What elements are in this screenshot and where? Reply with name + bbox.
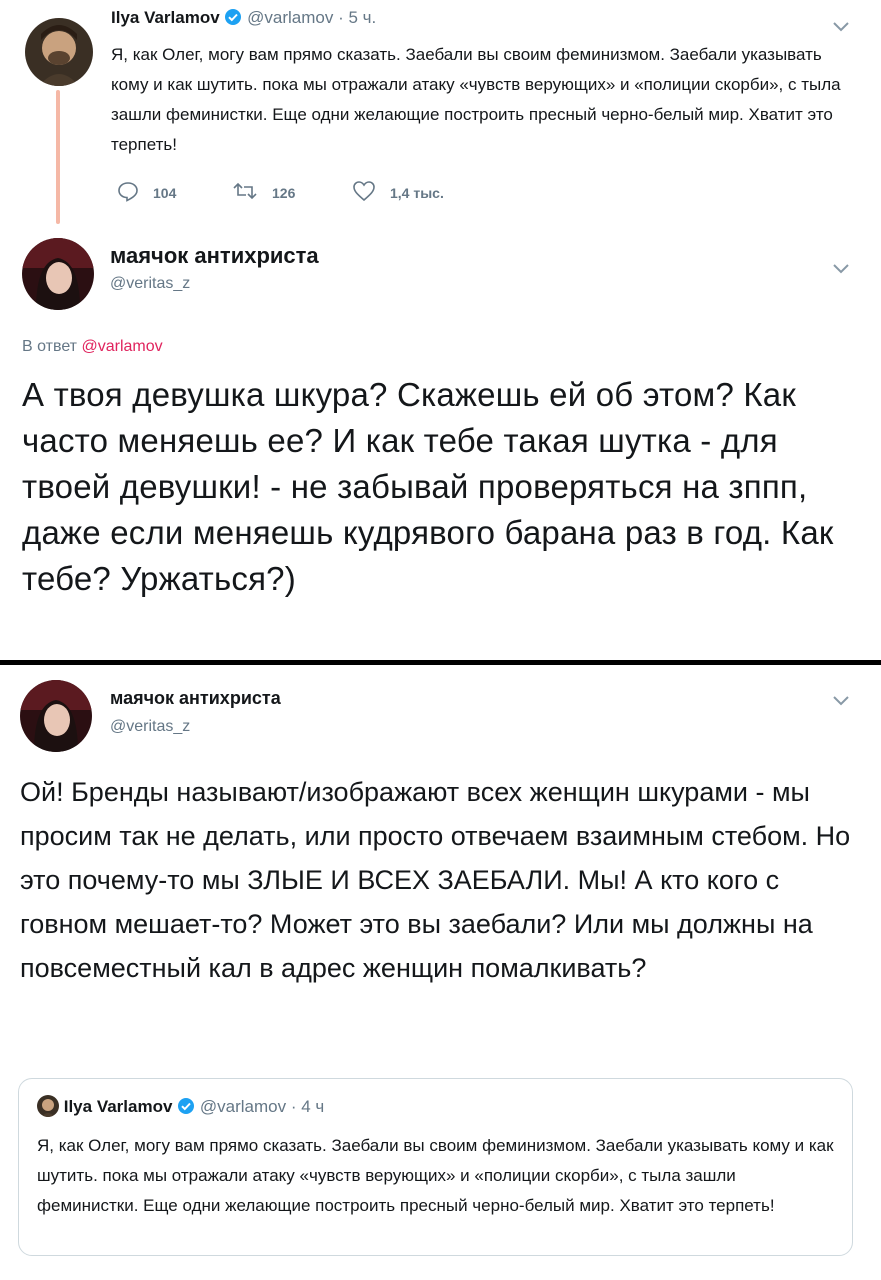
thread-connector-line — [56, 90, 60, 224]
tweet-text: Я, как Олег, могу вам прямо сказать. Зае… — [111, 45, 841, 154]
author-handle[interactable]: @veritas_z — [110, 275, 190, 293]
quoted-tweet-header: Ilya Varlamov @varlamov · 4 ч — [37, 1095, 324, 1120]
screenshot-divider — [0, 660, 881, 665]
author-name[interactable]: Ilya Varlamov — [111, 8, 220, 27]
avatar-varlamov[interactable] — [25, 18, 93, 86]
tweet-text: Ой! Бренды называют/изображают всех женщ… — [20, 777, 851, 983]
quoted-author-handle: @varlamov — [199, 1097, 287, 1116]
quoted-author-name: Ilya Varlamov — [63, 1097, 173, 1116]
verified-badge-icon — [224, 8, 242, 31]
author-name[interactable]: маячок антихриста — [110, 243, 319, 269]
retweet-count: 126 — [272, 184, 296, 201]
reply-action[interactable]: 104 — [117, 180, 176, 205]
chevron-down-icon[interactable] — [832, 694, 850, 706]
reply-context: В ответ @varlamov — [22, 338, 163, 356]
author-handle[interactable]: @veritas_z — [110, 718, 190, 736]
verified-badge-icon — [177, 1097, 195, 1120]
chevron-down-icon[interactable] — [832, 262, 850, 274]
tweet-time[interactable]: · 5 ч. — [338, 8, 376, 27]
avatar-veritas[interactable] — [20, 680, 92, 752]
avatar-varlamov-small — [37, 1095, 59, 1117]
quoted-tweet-time: · 4 ч — [290, 1097, 325, 1116]
like-count: 1,4 тыс. — [390, 184, 444, 201]
chevron-down-icon[interactable] — [832, 20, 850, 32]
like-action[interactable]: 1,4 тыс. — [352, 180, 444, 205]
heart-icon — [352, 180, 376, 205]
reply-count: 104 — [153, 184, 177, 201]
avatar-veritas[interactable] — [22, 238, 94, 310]
reply-mention-link[interactable]: @varlamov — [81, 338, 162, 355]
quoted-tweet-text: Я, как Олег, могу вам прямо сказать. Зае… — [37, 1136, 834, 1215]
tweet-text: А твоя девушка шкура? Скажешь ей об этом… — [22, 376, 834, 597]
retweet-action[interactable]: 126 — [232, 180, 295, 205]
reply-prefix: В ответ — [22, 338, 78, 355]
top-screenshot: Ilya Varlamov @varlamov · 5 ч. Я, как Ол… — [0, 0, 881, 660]
retweet-icon — [232, 180, 258, 205]
author-name[interactable]: маячок антихриста — [110, 688, 281, 709]
quoted-tweet-card[interactable]: Ilya Varlamov @varlamov · 4 ч Я, как Оле… — [18, 1078, 853, 1256]
tweet-header: Ilya Varlamov @varlamov · 5 ч. — [111, 8, 376, 31]
comment-icon — [117, 180, 139, 205]
author-handle[interactable]: @varlamov — [247, 8, 333, 27]
